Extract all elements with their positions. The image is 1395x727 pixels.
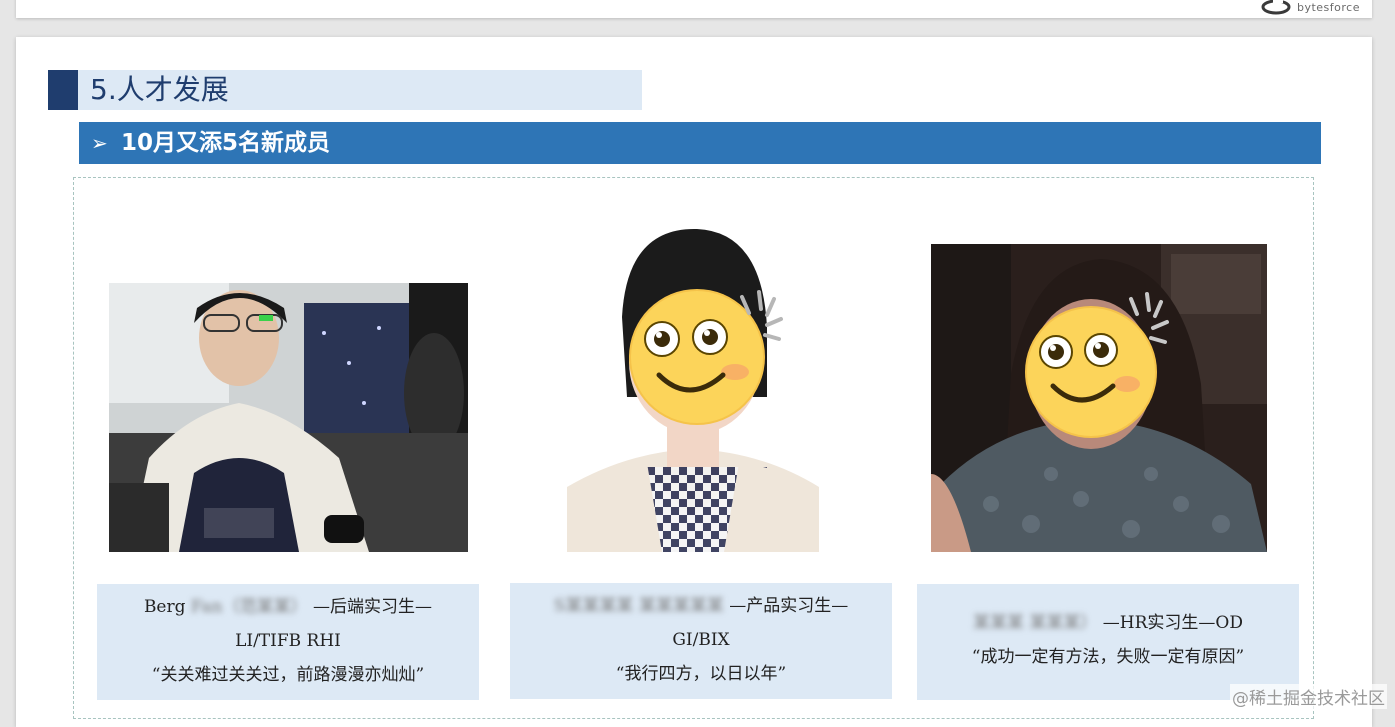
member-2-role: —产品实习生— xyxy=(729,596,849,616)
logo-text: bytesforce xyxy=(1296,0,1360,14)
member-2-quote: “我行四方，以日以年” xyxy=(615,664,787,684)
member-3-role: —HR实习生—OD xyxy=(1102,613,1243,633)
section-title: 5.人才发展 xyxy=(90,73,229,106)
slide: 5.人才发展 ➢ 10月又添5名新成员 Berg Fan（范某某） —后端实习生… xyxy=(16,37,1372,727)
member-caption-2: S某某某某 某某某某某 —产品实习生— GI/BIX “我行四方，以日以年” xyxy=(510,583,892,699)
member-photo-1 xyxy=(109,283,468,552)
section-header: 5.人才发展 xyxy=(48,70,642,110)
company-logo: bytesforce xyxy=(1261,0,1360,16)
member-1-quote: “关关难过关关过，前路漫漫亦灿灿” xyxy=(151,665,425,685)
member-2-blurred-name: S某某某某 某某某某某 xyxy=(553,596,724,616)
subtitle-banner: ➢ 10月又添5名新成员 xyxy=(79,122,1321,164)
logo-mark-icon xyxy=(1261,0,1291,15)
member-caption-3: 某某某 某某某） —HR实习生—OD “成功一定有方法，失败一定有原因” xyxy=(917,584,1299,700)
section-accent-bar xyxy=(48,70,78,110)
member-1-blurred-name: Fan（范某某） xyxy=(190,597,308,617)
banner-title: 10月又添5名新成员 xyxy=(121,130,331,156)
member-2-team: GI/BIX xyxy=(672,630,730,650)
member-photo-2 xyxy=(567,227,819,552)
arrow-bullet-icon: ➢ xyxy=(91,131,108,155)
member-1-name: Berg xyxy=(143,597,186,617)
member-2-title-line: S某某某某 某某某某某 —产品实习生— xyxy=(510,589,892,623)
member-1-role: —后端实习生— xyxy=(313,597,433,617)
member-1-title-line: Berg Fan（范某某） —后端实习生— xyxy=(97,590,479,624)
member-3-blurred-name: 某某某 某某某） xyxy=(972,613,1098,633)
member-caption-1: Berg Fan（范某某） —后端实习生— LI/TIFB RHI “关关难过关… xyxy=(97,584,479,700)
member-photo-3 xyxy=(931,244,1267,552)
member-3-quote: “成功一定有方法，失败一定有原因” xyxy=(971,647,1245,667)
member-3-title-line: 某某某 某某某） —HR实习生—OD xyxy=(917,606,1299,640)
member-1-team: LI/TIFB RHI xyxy=(235,631,341,651)
previous-slide-edge: bytesforce xyxy=(16,0,1372,18)
site-watermark: @稀土掘金技术社区 xyxy=(1230,684,1387,709)
